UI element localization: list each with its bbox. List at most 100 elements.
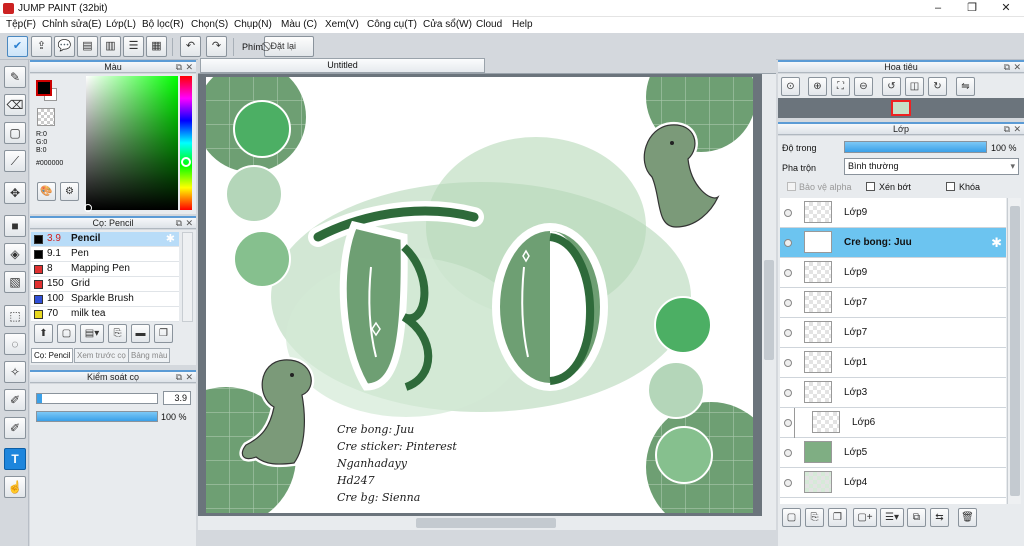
tab-color-palette[interactable]: Bảng màu — [128, 348, 171, 363]
minimize-button[interactable]: – — [921, 0, 955, 17]
menu-layer[interactable]: Lớp(L) — [106, 19, 136, 30]
palette-icon[interactable]: 🎨 — [37, 182, 56, 201]
menu-cloud[interactable]: Cloud — [476, 19, 502, 30]
menu-view[interactable]: Xem(V) — [325, 19, 359, 30]
vertical-scrollbar[interactable] — [762, 74, 776, 516]
zoom-reset-icon[interactable]: ⊙ — [781, 77, 800, 96]
protect-alpha-checkbox[interactable] — [787, 182, 796, 191]
rotate-right-icon[interactable]: ↻ — [928, 77, 947, 96]
close-panel-icon[interactable]: ✕ — [1013, 62, 1021, 73]
size-slider[interactable] — [36, 393, 158, 404]
menu-edit[interactable]: Chỉnh sửa(E) — [42, 19, 102, 30]
layer-scroll-thumb[interactable] — [1010, 206, 1020, 496]
flip-horizontal-icon[interactable]: ⇋ — [956, 77, 975, 96]
layer-row[interactable]: Lớp9 — [780, 198, 1006, 228]
visibility-toggle-icon[interactable] — [784, 209, 792, 217]
zoom-out-icon[interactable]: ⊖ — [854, 77, 873, 96]
layer-row[interactable]: Lớp4 — [780, 468, 1006, 498]
text-tool-icon[interactable]: T — [4, 448, 26, 470]
layer-row[interactable]: Lớp5 — [780, 438, 1006, 468]
menu-help[interactable]: Help — [512, 19, 533, 30]
add-layer-menu-icon[interactable]: ▢+ — [853, 508, 877, 527]
select-pen-icon[interactable]: ✐ — [4, 389, 26, 411]
horizontal-scrollbar[interactable] — [198, 516, 776, 530]
visibility-toggle-icon[interactable] — [784, 449, 792, 457]
gear-icon[interactable]: ✱ — [166, 232, 175, 246]
merge-layer-icon[interactable]: ⧉ — [907, 508, 926, 527]
tab-brush[interactable]: Cọ: Pencil — [31, 348, 74, 363]
brush-new-icon[interactable]: ▢ — [57, 324, 76, 343]
lasso-icon[interactable]: ◌ — [4, 333, 26, 355]
page-icon[interactable]: ▥ — [100, 36, 121, 57]
layer-settings-icon[interactable]: ⇆ — [930, 508, 949, 527]
grid-icon[interactable]: ▦ — [146, 36, 167, 57]
layer-row[interactable]: Lớp9 — [780, 258, 1006, 288]
layer-opacity-slider[interactable] — [844, 141, 987, 153]
undock-icon[interactable]: ⧉ — [176, 218, 182, 229]
speech-bubble-icon[interactable]: 💬 — [54, 36, 75, 57]
brush-folder-icon[interactable]: ▬ — [131, 324, 150, 343]
layer-row[interactable]: Cre bong: Juu ✱ — [780, 228, 1006, 258]
gradient-icon[interactable]: ▧ — [4, 271, 26, 293]
brush-list-item[interactable]: 100 Sparkle Brush — [31, 292, 179, 307]
layer-row[interactable]: Lớp7 — [780, 318, 1006, 348]
hand-tool-icon[interactable]: ☝ — [4, 476, 26, 498]
artwork-canvas[interactable]: Cre bong: Juu Cre sticker: Pinterest Nga… — [206, 77, 753, 513]
vertical-scroll-thumb[interactable] — [764, 260, 774, 360]
layer-row[interactable]: Lớp7 — [780, 288, 1006, 318]
line-tool-icon[interactable]: ⟋ — [4, 150, 26, 172]
redo-icon[interactable]: ↷ — [206, 36, 227, 57]
lock-checkbox[interactable] — [946, 182, 955, 191]
palette-settings-icon[interactable]: ⚙ — [60, 182, 79, 201]
visibility-toggle-icon[interactable] — [784, 329, 792, 337]
gear-icon[interactable]: ✱ — [991, 235, 1002, 251]
menu-filter[interactable]: Bộ lọc(R) — [142, 19, 184, 30]
menu-file[interactable]: Tệp(F) — [6, 19, 36, 30]
brush-list-item[interactable]: 150 Grid — [31, 277, 179, 292]
restore-button[interactable]: ❐ — [955, 0, 989, 17]
brush-list-item[interactable]: 3.9 Pencil ✱ — [31, 232, 179, 247]
foreground-swatch-top[interactable] — [36, 80, 52, 96]
brush-duplicate-icon[interactable]: ❐ — [154, 324, 173, 343]
layer-menu-icon[interactable]: ☰▾ — [880, 508, 904, 527]
rotate-reset-icon[interactable]: ◫ — [905, 77, 924, 96]
brush-scrollbar[interactable] — [182, 232, 193, 322]
close-panel-icon[interactable]: ✕ — [185, 62, 193, 73]
new-layer-icon[interactable]: ▢ — [782, 508, 801, 527]
export-icon[interactable]: ⇪ — [31, 36, 52, 57]
visibility-toggle-icon[interactable] — [784, 239, 792, 247]
opacity-slider[interactable] — [36, 411, 158, 422]
bucket-icon[interactable]: ◈ — [4, 243, 26, 265]
close-panel-icon[interactable]: ✕ — [1013, 124, 1021, 135]
cloud-sync-icon[interactable]: ✔ — [7, 36, 28, 57]
brush-list-item[interactable]: 9.1 Pen — [31, 247, 179, 262]
zoom-in-icon[interactable]: ⊕ — [808, 77, 827, 96]
text-box-icon[interactable]: ▤ — [77, 36, 98, 57]
layer-row[interactable]: Lớp3 — [780, 378, 1006, 408]
clipping-checkbox[interactable] — [866, 182, 875, 191]
tab-brush-preview[interactable]: Xem trước cọ — [74, 348, 129, 363]
brush-add-icon[interactable]: ⬆ — [34, 324, 53, 343]
navigator-preview[interactable] — [778, 98, 1024, 118]
layer-row[interactable]: Lớp1 — [780, 348, 1006, 378]
canvas-tab[interactable]: Untitled — [200, 58, 485, 73]
close-panel-icon[interactable]: ✕ — [185, 218, 193, 229]
undock-icon[interactable]: ⧉ — [1004, 62, 1010, 73]
hue-slider[interactable] — [180, 76, 192, 210]
duplicate-layer-icon[interactable]: ⎘ — [805, 508, 824, 527]
saturation-value-picker[interactable] — [84, 76, 178, 212]
picker-cursor[interactable] — [84, 204, 92, 212]
horizontal-scroll-thumb[interactable] — [416, 518, 556, 528]
visibility-toggle-icon[interactable] — [784, 419, 792, 427]
select-eraser-icon[interactable]: ✐ — [4, 417, 26, 439]
close-panel-icon[interactable]: ✕ — [185, 372, 193, 383]
delete-layer-icon[interactable]: 🗑 — [958, 508, 977, 527]
menu-window[interactable]: Cửa sổ(W) — [423, 19, 472, 30]
navigator-viewport-box[interactable] — [891, 100, 911, 116]
blend-mode-select[interactable]: Bình thường ▾ — [844, 158, 1019, 175]
fill-rect-icon[interactable]: ■ — [4, 215, 26, 237]
undock-icon[interactable]: ⧉ — [176, 372, 182, 383]
visibility-toggle-icon[interactable] — [784, 389, 792, 397]
undo-icon[interactable]: ↶ — [180, 36, 201, 57]
layer-scrollbar[interactable] — [1007, 198, 1021, 504]
